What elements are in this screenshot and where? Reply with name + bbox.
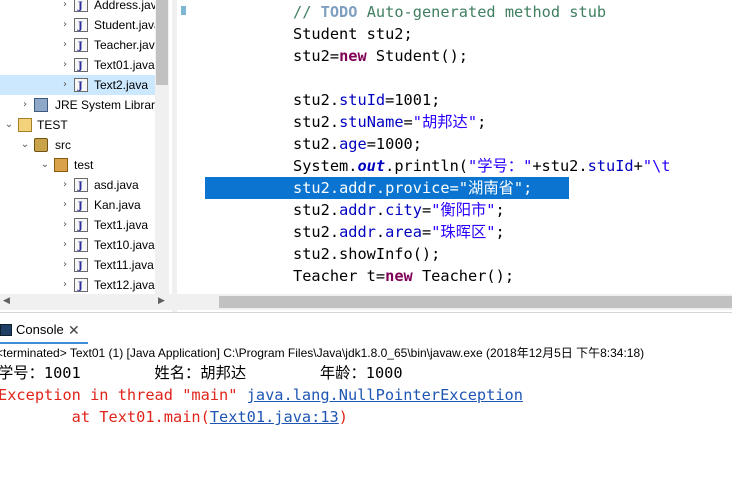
library-icon [34,98,48,112]
overview-ruler [177,0,191,294]
tree-item-text12-java[interactable]: › Text12.java [0,275,155,294]
expand-chevron-right-icon[interactable]: › [60,75,70,95]
console-output[interactable]: 学号：1001 姓名：胡邦达 年龄：1000 Exception in thre… [0,362,732,488]
expand-chevron-right-icon[interactable]: › [60,275,70,294]
expand-chevron-right-icon[interactable]: › [60,55,70,75]
console-stacktrace-line: at Text01.main(Text01.java:13) [0,406,348,428]
console-output-line: 学号：1001 姓名：胡邦达 年龄：1000 [0,364,403,382]
exception-class-link[interactable]: java.lang.NullPointerException [247,386,523,404]
java-file-icon [74,177,88,197]
package-explorer: ›Address.java›Student.java›Teacher.java›… [0,0,172,294]
close-icon[interactable]: ✕ [68,317,80,343]
java-file-icon [74,0,88,17]
task-marker-icon[interactable] [181,6,186,15]
tree-item-label: TEST [37,118,68,132]
scroll-right-arrow-icon[interactable]: ▶ [158,296,165,306]
expand-chevron-down-icon[interactable]: ⌄ [20,135,30,155]
tree-item-address-java[interactable]: › Address.java [0,0,163,17]
tree-item-label: Teacher.java [94,38,162,52]
editor-horizontal-scrollbar[interactable] [177,294,732,310]
package-icon [54,158,68,172]
tree-item-label: asd.java [94,178,139,192]
console-icon [0,324,12,336]
expand-chevron-right-icon[interactable]: › [60,215,70,235]
console-process-status: <terminated> Text01 (1) [Java Applicatio… [0,346,645,360]
java-file-icon [74,217,88,237]
java-file-icon [74,237,88,257]
tree-item-text1-java[interactable]: › Text1.java [0,215,155,237]
code-line: System.out.println("学号："+stu2.stuId+"\t [293,157,671,175]
tree-item-test[interactable]: ⌄ test [0,155,155,175]
tree-item-label: JRE System Library [55,98,162,112]
tree-item-text10-java[interactable]: › Text10.java [0,235,155,257]
tree-item-text2-java[interactable]: › Text2.java [0,75,155,97]
tree-item-label: Kan.java [94,198,141,212]
java-file-icon [74,17,88,37]
code-line: stu2.age=1000; [293,135,422,153]
explorer-vertical-scroll-thumb[interactable] [156,0,168,85]
code-line: stu2.stuId=1001; [293,91,441,109]
code-line: // TODO Auto-generated method stub [293,3,607,21]
stacktrace-suffix: ) [338,408,348,426]
exception-prefix: Exception in thread "main" [0,386,247,404]
expand-chevron-right-icon[interactable]: › [60,255,70,275]
tree-item-text01-java[interactable]: › Text01.java [0,55,155,77]
explorer-horizontal-scrollbar[interactable]: ◀ ▶ [0,294,172,310]
tree-item-asd-java[interactable]: › asd.java [0,175,155,197]
expand-chevron-down-icon[interactable]: ⌄ [40,155,50,175]
java-file-icon [74,197,88,217]
expand-chevron-right-icon[interactable]: › [60,0,70,15]
expand-chevron-right-icon[interactable]: › [60,15,70,35]
source-folder-icon [34,138,48,152]
java-file-icon [74,277,88,294]
expand-chevron-down-icon[interactable]: ⌄ [4,115,14,135]
tree-item-label: Text12.java [94,278,155,292]
expand-chevron-right-icon[interactable]: › [60,235,70,255]
tree-item-label: test [74,158,94,172]
code-line: Student stu2; [293,25,413,43]
tree-item-label: Text10.java [94,238,155,252]
tree-item-text11-java[interactable]: › Text11.java [0,255,155,277]
java-file-icon [74,77,88,97]
tree-item-label: Text1.java [94,218,149,232]
stacktrace-source-link[interactable]: Text01.java:13 [210,408,339,426]
code-line: stu2.addr.area="珠晖区"; [293,223,505,241]
tree-item-jre-system-library[interactable]: › JRE System Library [0,95,161,115]
tree-item-student-java[interactable]: › Student.java [0,15,161,37]
tree-item-label: Text11.java [94,258,154,272]
code-line: stu2.showInfo(); [293,245,441,263]
tree-item-label: src [55,138,71,152]
expand-chevron-right-icon[interactable]: › [60,175,70,195]
tree-item-kan-java[interactable]: › Kan.java [0,195,155,217]
tree-item-test[interactable]: ⌄ TEST [0,115,155,135]
explorer-vertical-scrollbar[interactable] [155,0,169,294]
code-line: stu2=new Student(); [293,47,469,65]
tree-item-src[interactable]: ⌄ src [0,135,155,155]
code-line: stu2.stuName="胡邦达"; [293,113,487,131]
expand-chevron-right-icon[interactable]: › [20,95,30,115]
java-file-icon [74,257,88,277]
code-line: stu2.addr.provice="湖南省"; [293,179,533,197]
tree-item-teacher-java[interactable]: › Teacher.java [0,35,161,57]
java-file-icon [74,37,88,57]
expand-chevron-right-icon[interactable]: › [60,35,70,55]
console-tab-bar: Console ✕ [0,312,732,344]
java-file-icon [74,57,88,77]
code-line: Teacher t=new Teacher(); [293,267,515,285]
scroll-left-arrow-icon[interactable]: ◀ [3,296,10,306]
code-line: stu2.addr.city="衡阳市"; [293,201,505,219]
stacktrace-prefix: at Text01.main( [0,408,210,426]
tree-item-label: Student.java [94,18,161,32]
console-tab-label: Console [16,322,64,337]
code-editor[interactable]: // TODO Auto-generated method stub Studen… [177,0,732,294]
project-icon [18,118,32,132]
editor-horizontal-scroll-thumb[interactable] [219,296,732,308]
expand-chevron-right-icon[interactable]: › [60,195,70,215]
tree-item-label: Text2.java [94,78,149,92]
console-exception-line: Exception in thread "main" java.lang.Nul… [0,384,523,406]
tree-item-label: Address.java [94,0,164,12]
tree-item-label: Text01.java [94,58,155,72]
